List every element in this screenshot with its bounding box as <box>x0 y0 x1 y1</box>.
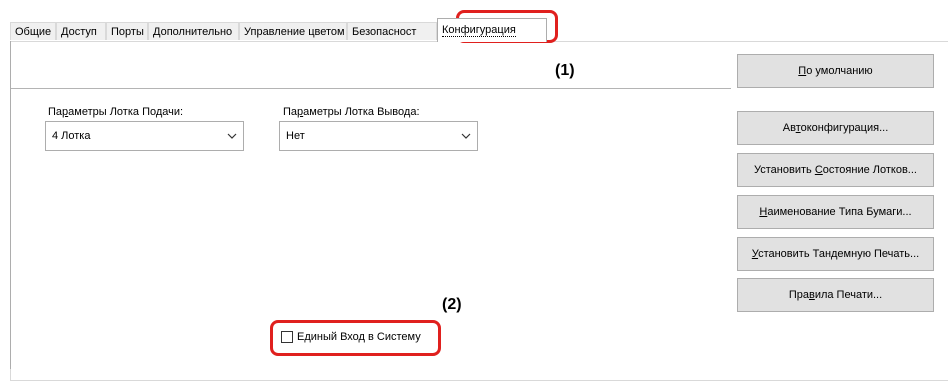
section-divider <box>11 88 731 89</box>
defaults-button-label: По умолчанию <box>798 65 873 77</box>
tab-color-management[interactable]: Управление цветом <box>239 22 347 40</box>
single-sign-on-checkbox[interactable]: Единый Вход в Систему <box>281 331 421 343</box>
checkbox-box[interactable] <box>281 331 293 343</box>
output-tray-value: Нет <box>286 130 305 142</box>
tab-security[interactable]: Безопасност <box>347 22 437 40</box>
set-tray-status-label: Установить Состояние Лотков... <box>754 164 917 176</box>
single-sign-on-label: Единый Вход в Систему <box>297 331 421 343</box>
tab-ports[interactable]: Порты <box>106 22 148 40</box>
window-left-border <box>10 41 11 369</box>
callout-number-1: (1) <box>555 62 575 79</box>
tab-general[interactable]: Общие <box>10 22 56 40</box>
auto-configuration-button[interactable]: Автоконфигурация... <box>737 111 934 145</box>
print-rules-label: Правила Печати... <box>788 289 883 301</box>
callout-number-2: (2) <box>442 296 462 313</box>
print-rules-button[interactable]: Правила Печати... <box>737 278 934 312</box>
tandem-print-button[interactable]: Установить Тандемную Печать... <box>737 237 934 271</box>
input-tray-label: Параметры Лотка Подачи: <box>48 106 184 118</box>
paper-type-name-button[interactable]: Наименование Типа Бумаги... <box>737 195 934 229</box>
tandem-print-label: Установить Тандемную Печать... <box>751 248 920 260</box>
defaults-button[interactable]: По умолчанию <box>737 54 934 88</box>
chevron-down-icon <box>461 129 471 146</box>
tab-configuration[interactable]: Конфигурация <box>437 18 547 42</box>
tab-advanced[interactable]: Дополнительно <box>148 22 239 40</box>
chevron-down-icon <box>227 129 237 146</box>
auto-configuration-label: Автоконфигурация... <box>782 122 889 134</box>
input-tray-select[interactable]: 4 Лотка <box>45 121 244 151</box>
tab-access[interactable]: Доступ <box>56 22 106 40</box>
output-tray-label: Параметры Лотка Вывода: <box>283 106 420 118</box>
input-tray-value: 4 Лотка <box>52 130 91 142</box>
set-tray-status-button[interactable]: Установить Состояние Лотков... <box>737 153 934 187</box>
paper-type-name-label: Наименование Типа Бумаги... <box>759 206 912 218</box>
output-tray-select[interactable]: Нет <box>279 121 478 151</box>
tab-configuration-label: Конфигурация <box>442 24 516 37</box>
